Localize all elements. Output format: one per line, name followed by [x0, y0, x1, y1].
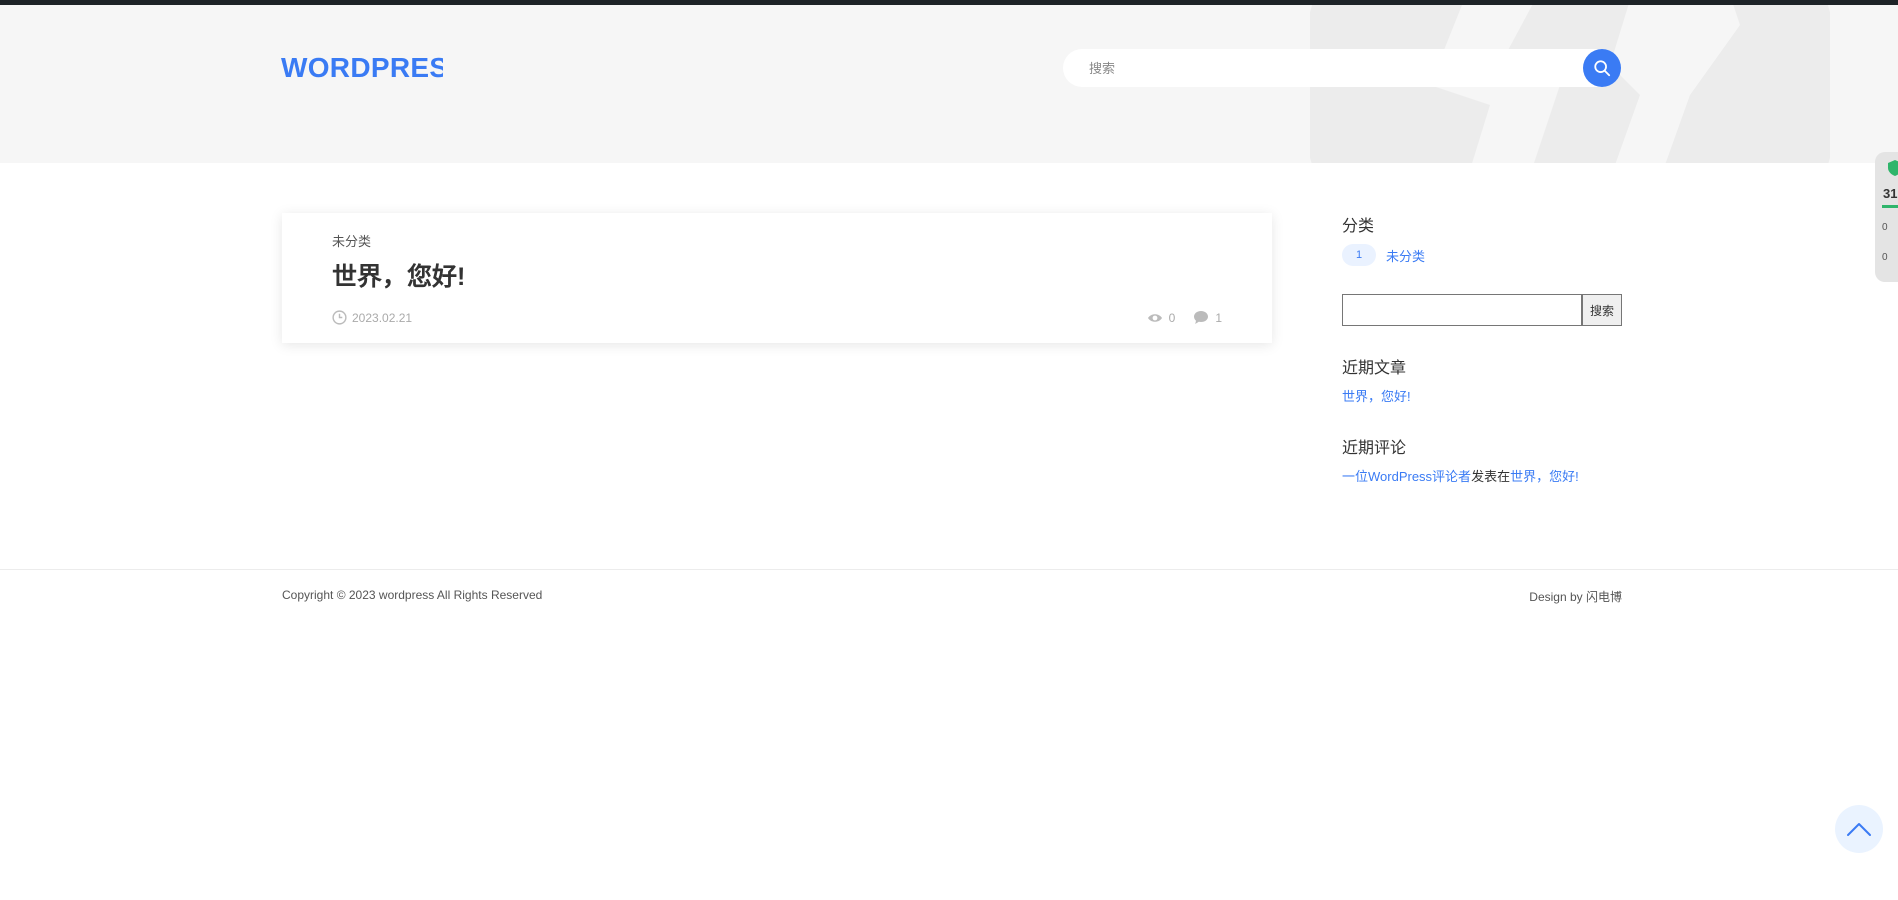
sidebar: 分类 1 未分类 搜索 近期文章 世界，您好! 近期评论 一位WordPress… — [1342, 212, 1622, 485]
sidebar-search-input[interactable] — [1342, 294, 1582, 326]
header-search-button[interactable] — [1583, 49, 1621, 87]
chevron-up-icon — [1847, 823, 1871, 836]
back-to-top-button[interactable] — [1835, 805, 1883, 853]
site-header: WORDPRESS — [0, 5, 1898, 163]
post-meta: 0 1 — [1147, 310, 1222, 325]
comment-author-link[interactable]: 一位WordPress评论者 — [1342, 469, 1471, 484]
recent-comments-title: 近期评论 — [1342, 440, 1407, 457]
site-logo[interactable]: WORDPRESS — [281, 52, 443, 84]
recent-posts-title: 近期文章 — [1342, 360, 1407, 377]
categories-title: 分类 — [1342, 218, 1375, 235]
post-comments[interactable]: 1 — [1193, 310, 1222, 325]
comment-connector: 发表在 — [1471, 469, 1511, 484]
sidebar-search-button[interactable]: 搜索 — [1582, 294, 1622, 326]
stats-bar — [1882, 205, 1898, 208]
comment-post-link[interactable]: 世界，您好! — [1510, 469, 1579, 484]
category-link[interactable]: 未分类 — [1386, 246, 1425, 265]
recent-posts-widget: 近期文章 世界，您好! — [1342, 354, 1622, 406]
floating-stats-widget[interactable]: 31 0 0 — [1875, 152, 1898, 282]
footer-copyright: Copyright © 2023 wordpress All Rights Re… — [282, 588, 543, 602]
post-views: 0 — [1147, 310, 1176, 325]
stats-number: 31 — [1883, 186, 1898, 201]
header-search-input[interactable] — [1077, 49, 1557, 87]
header-search — [1063, 49, 1621, 87]
post-views-count: 0 — [1168, 310, 1176, 325]
post-title[interactable]: 世界，您好! — [332, 257, 465, 293]
eye-icon — [1147, 313, 1162, 322]
shield-icon — [1888, 160, 1898, 176]
footer-divider — [0, 569, 1898, 570]
clock-icon — [332, 310, 347, 325]
stats-download: 0 — [1882, 252, 1888, 263]
recent-comments-widget: 近期评论 一位WordPress评论者发表在世界，您好! — [1342, 434, 1622, 485]
category-item[interactable]: 1 未分类 — [1342, 244, 1622, 266]
post-date: 2023.02.21 — [332, 310, 412, 325]
footer-design-credit[interactable]: Design by 闪电博 — [1529, 588, 1622, 605]
post-card[interactable]: 未分类 世界，您好! 2023.02.21 0 1 — [282, 213, 1272, 343]
sidebar-search: 搜索 — [1342, 294, 1622, 326]
category-count: 1 — [1342, 244, 1376, 266]
recent-comment: 一位WordPress评论者发表在世界，您好! — [1342, 466, 1622, 485]
post-comments-count: 1 — [1215, 310, 1222, 325]
post-category[interactable]: 未分类 — [332, 231, 371, 250]
search-icon — [1594, 60, 1611, 77]
comment-icon — [1194, 311, 1209, 324]
recent-post-link[interactable]: 世界，您好! — [1342, 389, 1411, 404]
stats-upload: 0 — [1882, 222, 1888, 233]
post-date-text: 2023.02.21 — [352, 310, 413, 325]
